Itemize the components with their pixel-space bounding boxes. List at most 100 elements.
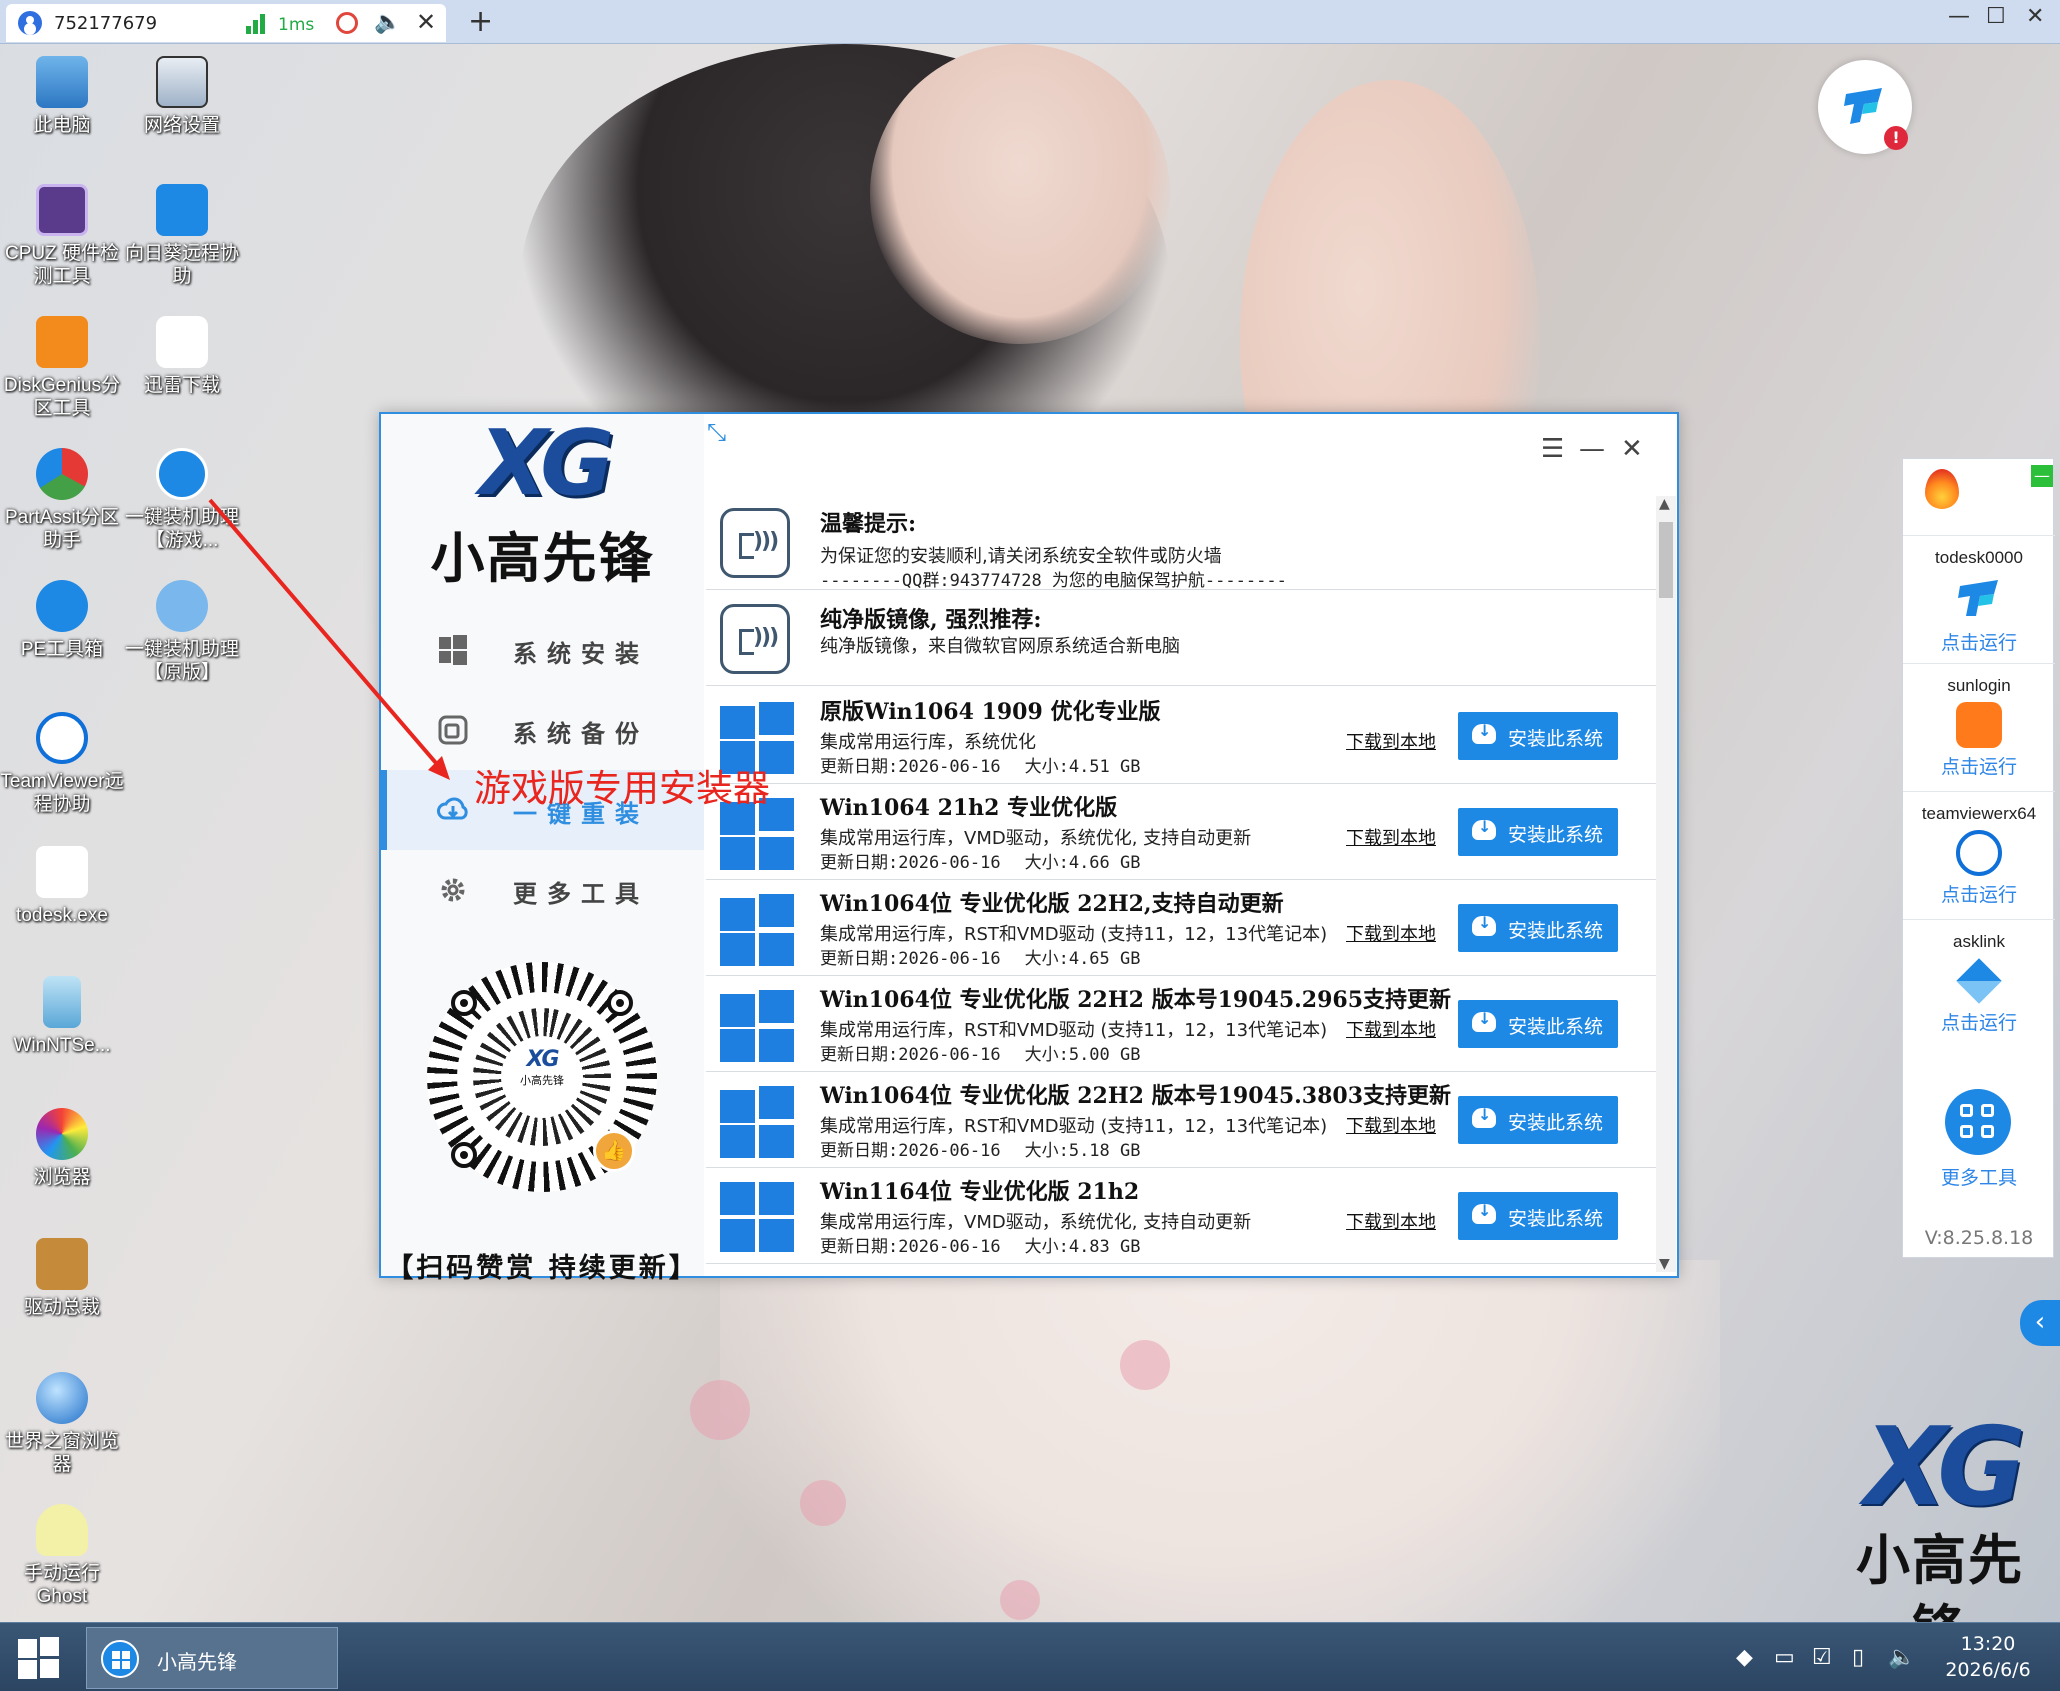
usb-tray-icon[interactable]: ▯ — [1852, 1645, 1864, 1670]
installer-logo-xg: XG — [478, 411, 614, 516]
desktop-icon-pe-tools[interactable]: PE工具箱 — [0, 580, 124, 661]
scroll-up-icon[interactable]: ▲ — [1659, 496, 1670, 512]
desktop-icon-diskgenius[interactable]: DiskGenius分区工具 — [0, 316, 124, 420]
desktop-icon-cpuz[interactable]: CPUZ 硬件检测工具 — [0, 184, 124, 288]
install-system-button[interactable]: 安装此系统 — [1458, 1192, 1618, 1240]
install-system-button[interactable]: 安装此系统 — [1458, 1000, 1618, 1048]
install-system-button[interactable]: 安装此系统 — [1458, 1096, 1618, 1144]
desktop-icon-this-pc[interactable]: 此电脑 — [0, 56, 124, 137]
panel-version: V:8.25.8.18 — [1924, 1227, 2034, 1249]
taskbar-task[interactable]: 小高先锋 — [86, 1627, 338, 1689]
cloud-download-icon — [1472, 817, 1496, 840]
wallpaper-blossom — [1120, 1340, 1170, 1390]
speaker-icon[interactable]: 🔈 — [374, 10, 401, 35]
session-tab[interactable]: 752177679 1ms 🔈 ✕ — [6, 4, 446, 42]
signal-icon — [246, 12, 274, 34]
windows-logo-icon — [720, 990, 796, 1062]
globe-icon — [36, 1372, 88, 1424]
desktop-icon-teamviewer[interactable]: TeamViewer远程协助 — [0, 712, 124, 816]
more-tools-label[interactable]: 更多工具 — [1903, 1163, 2055, 1190]
panel-toggle-button[interactable]: — — [2031, 465, 2053, 487]
more-tools-button[interactable] — [1945, 1089, 2011, 1155]
volume-tray-icon[interactable]: 🔈 — [1888, 1645, 1915, 1670]
tool-item-todesk[interactable]: todesk0000 点击运行 — [1903, 535, 2055, 663]
desktop-icon-thunder[interactable]: 迅雷下载 — [120, 316, 244, 397]
tools-side-panel: — todesk0000 点击运行 sunlogin 点击运行 teamview… — [1902, 458, 2055, 1258]
tool-item-sunlogin[interactable]: sunlogin 点击运行 — [1903, 663, 2055, 791]
session-id: 752177679 — [54, 13, 158, 34]
gear-icon — [441, 878, 465, 902]
install-system-button[interactable]: 安装此系统 — [1458, 808, 1618, 856]
desktop-icon-theworld[interactable]: 世界之窗浏览器 — [0, 1372, 124, 1476]
ghost-icon — [36, 1504, 88, 1556]
partition-pie-icon — [36, 448, 88, 500]
download-link[interactable]: 下载到本地 — [1346, 920, 1436, 946]
cloud-download-icon — [1472, 1105, 1496, 1128]
list-scrollbar[interactable]: ▲ ▼ — [1656, 496, 1676, 1272]
desktop-icon-installer-game[interactable]: 一键装机助理【游戏... — [120, 448, 244, 552]
installer-sidebar: XG 小高先锋 系统安装 系统备份 一键重装 更多工具 XG 小高先锋 👍 【扫… — [381, 411, 704, 1284]
diskgenius-icon — [36, 316, 88, 368]
installer-task-icon — [101, 1640, 139, 1678]
install-system-button[interactable]: 安装此系统 — [1458, 904, 1618, 952]
fire-logo-icon — [1925, 469, 1959, 509]
todesk-floating-badge[interactable]: ! — [1818, 60, 1912, 154]
windows11-logo-icon — [720, 1182, 796, 1254]
record-icon[interactable] — [336, 12, 358, 34]
scan-caption: 【扫码赞赏 持续更新】 — [386, 1253, 699, 1284]
desktop-icon-sunlogin[interactable]: 向日葵远程协助 — [120, 184, 244, 288]
menu-icon[interactable]: ☰ — [1541, 434, 1564, 464]
system-list: 温馨提示: 为保证您的安装顺利,请关闭系统安全软件或防火墙 --------QQ… — [706, 496, 1656, 1272]
cloud-download-icon — [437, 797, 468, 820]
close-session-icon[interactable]: ✕ — [416, 8, 436, 36]
minimize-icon[interactable]: — — [1948, 4, 1970, 29]
desktop-icon-ghost[interactable]: 手动运行Ghost — [0, 1504, 124, 1608]
scroll-thumb[interactable] — [1659, 522, 1673, 598]
pe-toolbox-icon — [36, 580, 88, 632]
download-link[interactable]: 下载到本地 — [1346, 1016, 1436, 1042]
checkbox-tray-icon[interactable]: ☑ — [1812, 1645, 1832, 1670]
network-tray-icon[interactable]: ▭ — [1774, 1645, 1795, 1670]
nav-more-tools[interactable]: 更多工具 — [381, 850, 704, 930]
driver-box-icon — [36, 1238, 88, 1290]
taskbar-clock[interactable]: 13:20 2026/6/6 — [1928, 1631, 2048, 1683]
minimize-icon[interactable]: — — [1579, 434, 1605, 464]
todesk-tray-icon[interactable]: ◆ — [1736, 1645, 1753, 1670]
desktop-icon-network[interactable]: 网络设置 — [120, 56, 244, 137]
tool-item-teamviewer[interactable]: teamviewerx64 点击运行 — [1903, 791, 2055, 919]
teamviewer-icon — [1956, 830, 2002, 876]
browser-icon — [36, 1108, 88, 1160]
desktop-icon-partassist[interactable]: PartAssit分区助手 — [0, 448, 124, 552]
install-system-button[interactable]: 安装此系统 — [1458, 712, 1618, 760]
close-icon[interactable]: ✕ — [1621, 434, 1643, 464]
network-monitor-icon — [156, 56, 208, 108]
panel-collapse-button[interactable]: ‹ — [2020, 1300, 2060, 1346]
download-link[interactable]: 下载到本地 — [1346, 824, 1436, 850]
sunlogin-icon — [156, 184, 208, 236]
donation-qr-code: XG 小高先锋 👍 — [427, 962, 657, 1192]
cloud-download-icon — [1472, 1009, 1496, 1032]
desktop-icon-todesk[interactable]: todesk.exe — [0, 846, 124, 927]
close-icon[interactable]: ✕ — [2026, 4, 2044, 29]
asklink-icon — [1956, 958, 2002, 1004]
installer-logo-cn: 小高先锋 — [430, 527, 655, 590]
start-button[interactable] — [18, 1637, 60, 1679]
wallpaper-blossom — [800, 1480, 846, 1526]
maximize-icon[interactable]: ☐ — [1986, 4, 2006, 29]
wallpaper-blossom — [1000, 1580, 1040, 1620]
speaker-icon — [720, 508, 790, 578]
desktop-icon-browser[interactable]: 浏览器 — [0, 1108, 124, 1189]
download-link[interactable]: 下载到本地 — [1346, 1112, 1436, 1138]
download-link[interactable]: 下载到本地 — [1346, 728, 1436, 754]
cpu-chip-icon — [36, 184, 88, 236]
shrink-arrows-icon[interactable]: ⤡ — [707, 418, 726, 446]
desktop-icon-driver[interactable]: 驱动总裁 — [0, 1238, 124, 1319]
nav-system-install[interactable]: 系统安装 — [381, 610, 704, 690]
download-link[interactable]: 下载到本地 — [1346, 1208, 1436, 1234]
wallpaper-face — [870, 44, 1170, 344]
desktop-icon-winntsetup[interactable]: WinNTSe... — [0, 976, 124, 1057]
tool-item-asklink[interactable]: asklink 点击运行 — [1903, 919, 2055, 1047]
desktop-icon-installer-original[interactable]: 一键装机助理【原版】 — [120, 580, 244, 684]
new-session-button[interactable]: + — [468, 4, 493, 39]
scroll-down-icon[interactable]: ▼ — [1659, 1256, 1670, 1272]
